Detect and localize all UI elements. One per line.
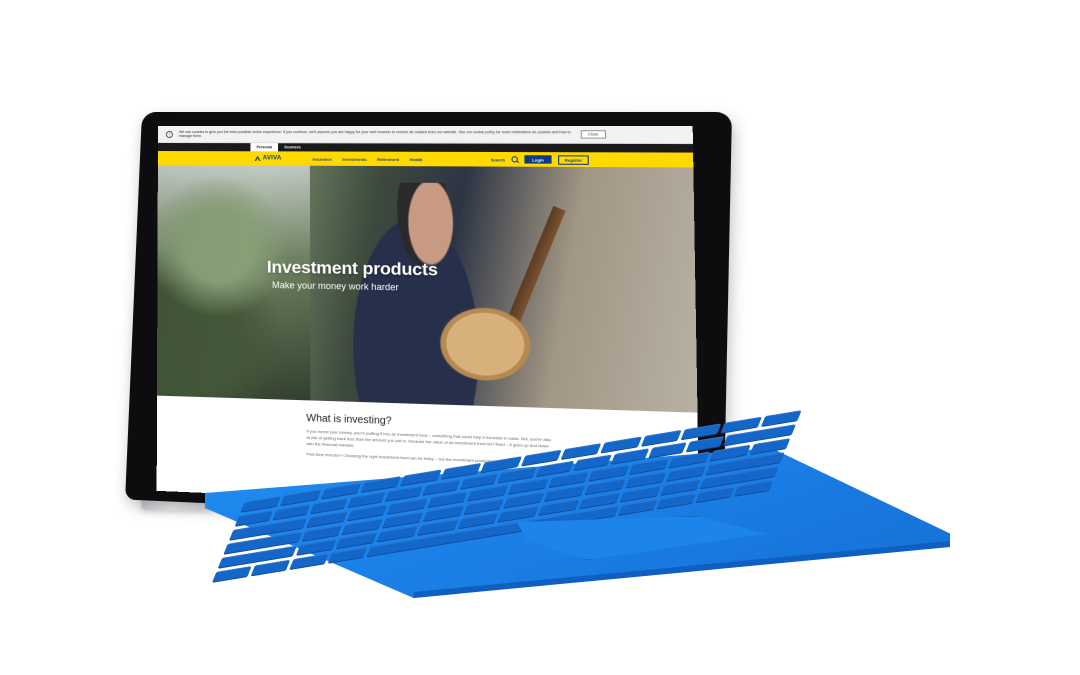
tab-business[interactable]: Business (278, 143, 307, 151)
nav-item-investments[interactable]: Investments (342, 156, 366, 161)
info-icon: i (165, 130, 173, 138)
product-photo: i We use cookies to give you the best po… (0, 0, 1080, 675)
aviva-logo[interactable]: AVIVA (255, 155, 282, 162)
login-button[interactable]: Login (524, 155, 552, 164)
search-link[interactable]: Search (491, 157, 505, 162)
nav-item-health[interactable]: Health (410, 156, 423, 161)
cookie-banner: i We use cookies to give you the best po… (157, 126, 693, 145)
search-icon[interactable] (511, 156, 519, 163)
search-label: Search (490, 156, 506, 162)
type-cover-keyboard (205, 410, 950, 598)
logo-text: AVIVA (262, 155, 282, 162)
tab-personal[interactable]: Personal (250, 143, 279, 152)
hero-text: Investment products Make your money work… (267, 257, 438, 293)
guitar-image (420, 290, 551, 389)
page-title: Investment products (266, 257, 438, 280)
cookie-close-button[interactable]: Close (580, 130, 607, 139)
nav-item-retirement[interactable]: Retirement (377, 156, 399, 161)
cookie-text: We use cookies to give you the best poss… (178, 130, 571, 139)
aviva-logo-icon (255, 156, 261, 161)
hero-banner: Investment products Make your money work… (157, 165, 698, 413)
register-button[interactable]: Register (558, 154, 589, 165)
nav-item-insurance[interactable]: Insurance (312, 156, 332, 161)
nav-actions: Search Login Register (491, 154, 694, 165)
